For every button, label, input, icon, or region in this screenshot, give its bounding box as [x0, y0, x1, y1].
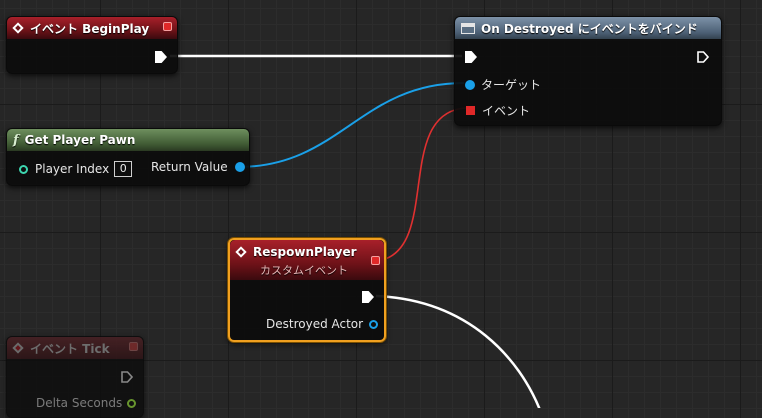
destroyed-actor-output-pin[interactable] [369, 319, 379, 329]
node-header[interactable]: On Destroyed にイベントをバインド [455, 17, 721, 39]
return-value-output-pin[interactable] [234, 162, 245, 172]
node-event-tick[interactable]: イベント Tick Delta Seconds [6, 336, 144, 418]
destroyed-actor-pin-row[interactable]: Destroyed Actor [266, 317, 379, 331]
destroyed-actor-label: Destroyed Actor [266, 317, 364, 331]
node-title: RespownPlayer [253, 245, 357, 259]
diamond-event-icon [13, 23, 24, 34]
delta-seconds-output-pin[interactable] [127, 398, 137, 408]
delegate-output-pin[interactable] [163, 22, 172, 31]
node-header[interactable]: イベント Tick [7, 337, 143, 359]
diamond-event-icon [236, 247, 247, 258]
exec-output-pin[interactable] [155, 51, 167, 63]
window-icon [461, 22, 475, 34]
node-title: イベント BeginPlay [30, 21, 150, 36]
node-header[interactable]: f Get Player Pawn [7, 129, 249, 151]
exec-output-pin[interactable] [697, 51, 709, 63]
event-delegate-input-pin[interactable] [466, 106, 475, 115]
node-custom-event-respownplayer[interactable]: RespownPlayer カスタムイベント Destroyed Actor [228, 238, 386, 342]
function-icon: f [13, 132, 19, 148]
object-wire-pawn-to-target [237, 82, 465, 168]
player-index-label: Player Index [35, 162, 110, 176]
node-bind-on-destroyed[interactable]: On Destroyed にイベントをバインド ターゲット イベント [454, 16, 722, 126]
event-label: イベント [482, 104, 531, 118]
event-pin-row[interactable]: イベント [466, 102, 530, 119]
node-get-player-pawn[interactable]: f Get Player Pawn Player Index 0 Return … [6, 128, 250, 186]
exec-output-pin[interactable] [121, 371, 133, 383]
delegate-output-pin[interactable] [371, 256, 380, 265]
node-title: On Destroyed にイベントをバインド [481, 21, 698, 36]
exec-wire-respawn-out [375, 294, 541, 408]
target-input-pin[interactable] [465, 79, 475, 90]
return-value-pin-row[interactable]: Return Value [151, 160, 245, 174]
node-title: Get Player Pawn [24, 133, 136, 147]
node-header[interactable]: RespownPlayer カスタムイベント [230, 240, 384, 280]
target-pin-row[interactable]: ターゲット [465, 76, 541, 93]
player-index-input-pin[interactable] [19, 164, 28, 174]
return-value-label: Return Value [151, 160, 228, 174]
player-index-input[interactable]: 0 [114, 161, 133, 177]
delegate-wire-respawn-to-event [381, 107, 467, 261]
node-title: イベント Tick [30, 341, 110, 356]
exec-input-pin[interactable] [465, 51, 477, 63]
node-header[interactable]: イベント BeginPlay [7, 17, 177, 39]
node-event-beginplay[interactable]: イベント BeginPlay [6, 16, 178, 74]
diamond-event-icon [13, 343, 24, 354]
player-index-pin-row[interactable]: Player Index 0 [19, 161, 133, 177]
target-label: ターゲット [481, 78, 542, 92]
node-subtitle: カスタムイベント [260, 264, 348, 277]
exec-output-pin[interactable] [362, 291, 374, 303]
delegate-output-pin[interactable] [129, 342, 138, 351]
